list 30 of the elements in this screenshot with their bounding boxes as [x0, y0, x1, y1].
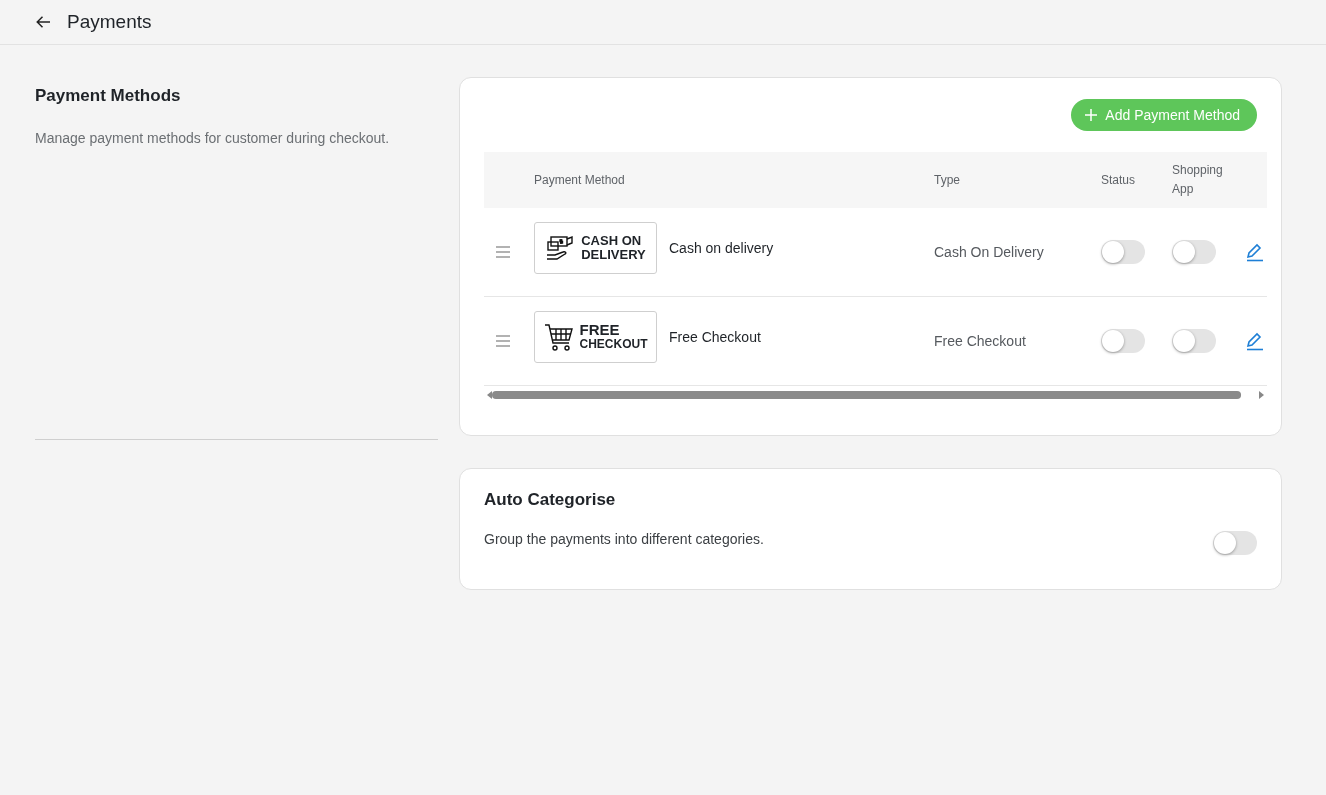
- status-toggle[interactable]: [1101, 240, 1145, 264]
- payment-type: Cash On Delivery: [934, 244, 1045, 260]
- cash-hand-icon: [545, 233, 576, 263]
- shopping-app-toggle[interactable]: [1172, 329, 1216, 353]
- logo-text: CHECKOUT: [579, 337, 648, 351]
- column-header: Shopping App: [1172, 162, 1224, 198]
- auto-categorise-toggle[interactable]: [1213, 531, 1257, 555]
- card-title: Auto Categorise: [484, 490, 617, 510]
- logo-text: FREE: [579, 323, 621, 337]
- status-toggle[interactable]: [1101, 329, 1145, 353]
- column-header: Status: [1101, 171, 1137, 189]
- card-description: Group the payments into different categories.: [484, 531, 764, 547]
- section-description: Manage payment methods for customer during checkout.: [35, 130, 391, 146]
- add-payment-method-button[interactable]: Add Payment Method: [1071, 99, 1257, 131]
- page-title: Payments: [67, 11, 152, 33]
- column-header: Payment Method: [534, 171, 626, 189]
- section-title: Payment Methods: [35, 86, 182, 106]
- edit-icon[interactable]: [1245, 331, 1265, 351]
- shopping-cart-icon: [543, 321, 574, 353]
- drag-handle-icon[interactable]: [496, 335, 510, 347]
- logo-text: DELIVERY: [581, 248, 646, 262]
- payment-method-name: Free Checkout: [669, 329, 761, 345]
- logo-text: CASH ON: [581, 234, 643, 248]
- edit-icon[interactable]: [1245, 242, 1265, 262]
- payment-type: Free Checkout: [934, 333, 1027, 349]
- drag-handle-icon[interactable]: [496, 246, 510, 258]
- plus-icon: [1085, 109, 1098, 121]
- shopping-app-toggle[interactable]: [1172, 240, 1216, 264]
- payment-method-name: Cash on delivery: [669, 240, 774, 256]
- column-header: Type: [934, 171, 961, 189]
